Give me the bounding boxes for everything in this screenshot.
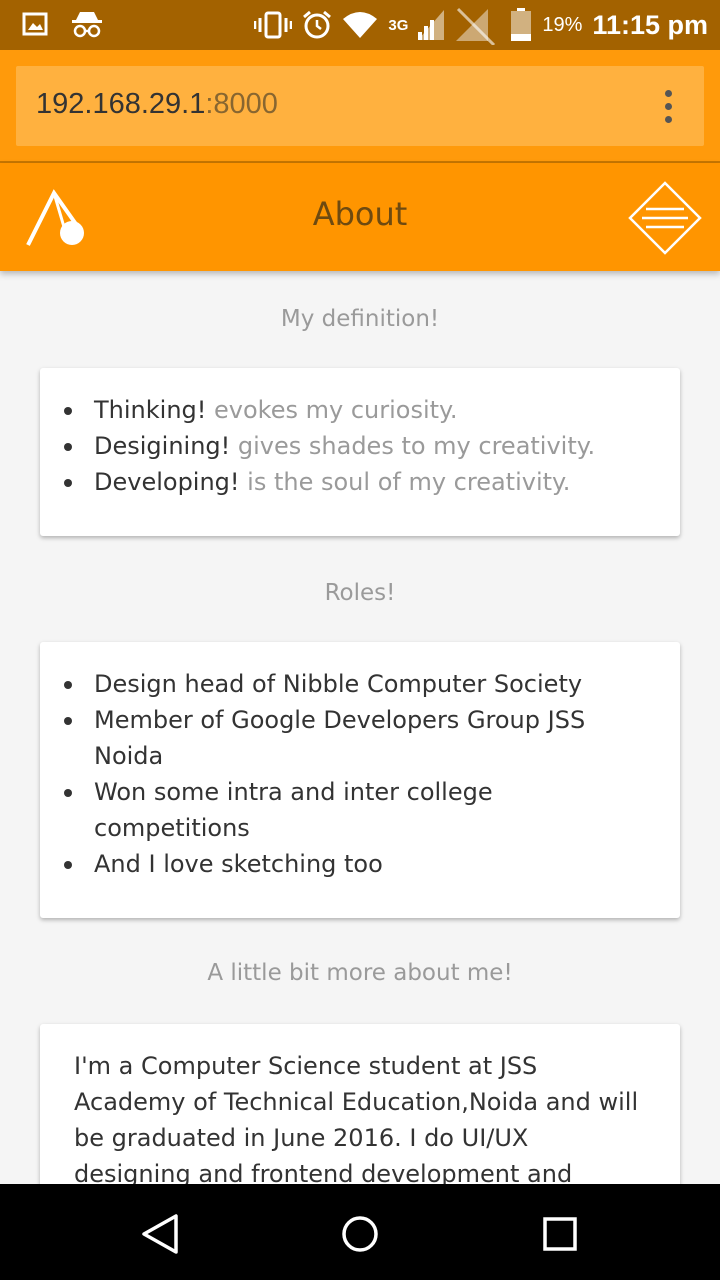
- bullet: [64, 407, 72, 415]
- vibrate-icon: [254, 11, 293, 39]
- browser-toolbar: 192.168.29.1:8000: [0, 50, 720, 162]
- navigation-bar: [0, 1184, 720, 1280]
- roles-card: Design head of Nibble Computer Society M…: [40, 642, 680, 918]
- diamond-menu-icon[interactable]: [628, 181, 702, 255]
- list-item: Won some intra and inter college competi…: [40, 774, 680, 846]
- list-item: And I love sketching too: [40, 846, 680, 882]
- list-item: Desigining! gives shades to my creativit…: [40, 428, 680, 464]
- list-item: Member of Google Developers Group JSS No…: [40, 702, 680, 774]
- address-bar[interactable]: 192.168.29.1:8000: [16, 66, 704, 146]
- signal-icon: [418, 10, 445, 40]
- about-text: I'm a Computer Science student at JSS Ac…: [74, 1052, 639, 1184]
- incognito-icon: [72, 12, 102, 38]
- definition-card: Thinking! evokes my curiosity. Desiginin…: [40, 368, 680, 536]
- alarm-icon: [303, 10, 332, 39]
- back-triangle-icon[interactable]: [138, 1212, 182, 1256]
- no-signal-icon: [456, 7, 496, 45]
- list-item: Developing! is the soul of my creativity…: [40, 464, 680, 500]
- roles-list: Design head of Nibble Computer Society M…: [40, 666, 680, 882]
- wifi-icon: [343, 12, 378, 38]
- battery-icon: [511, 8, 532, 41]
- about-card: I'm a Computer Science student at JSS Ac…: [40, 1024, 680, 1184]
- bullet: [64, 861, 72, 869]
- status-bar: 3G 19% 11:15 pm: [0, 0, 720, 50]
- recents-square-icon[interactable]: [538, 1212, 582, 1256]
- home-circle-icon[interactable]: [338, 1212, 382, 1256]
- url-host: 192.168.29.1: [36, 88, 206, 120]
- bullet: [64, 479, 72, 487]
- url-text[interactable]: 192.168.29.1:8000: [36, 88, 278, 121]
- clock: 11:15 pm: [592, 9, 708, 40]
- bullet: [64, 717, 72, 725]
- gallery-icon: [22, 12, 48, 36]
- roles-heading: Roles!: [324, 580, 396, 606]
- battery-percent: 19%: [542, 13, 583, 36]
- definition-heading: My definition!: [280, 306, 440, 332]
- network-type-label: 3G: [388, 16, 409, 34]
- list-item: Design head of Nibble Computer Society: [40, 666, 680, 702]
- list-item: Thinking! evokes my curiosity.: [40, 392, 680, 428]
- bullet: [64, 443, 72, 451]
- app-header: About: [0, 163, 720, 271]
- about-heading: A little bit more about me!: [207, 960, 513, 986]
- more-vert-icon[interactable]: [662, 90, 674, 124]
- bullet: [64, 681, 72, 689]
- page-content[interactable]: My definition! Thinking! evokes my curio…: [0, 271, 720, 1184]
- page-title: About: [312, 195, 408, 233]
- bullet: [64, 789, 72, 797]
- definition-list: Thinking! evokes my curiosity. Desiginin…: [40, 392, 680, 500]
- url-port: :8000: [205, 88, 278, 120]
